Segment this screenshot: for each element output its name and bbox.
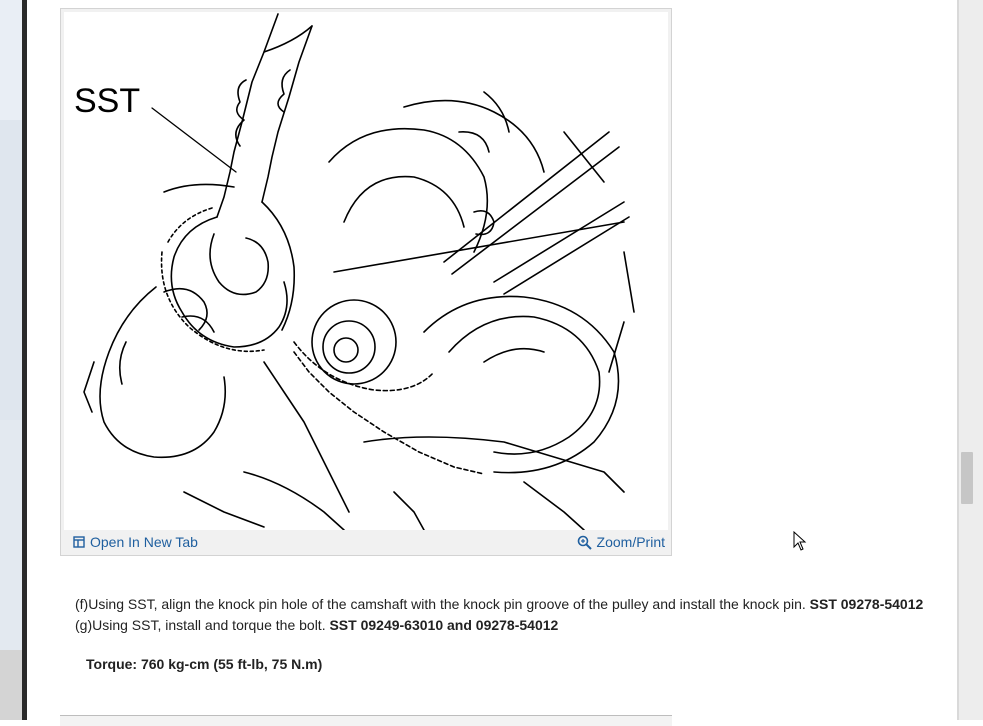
step-f-text: (f)Using SST, align the knock pin hole o… (75, 596, 810, 612)
magnifier-icon (577, 535, 592, 550)
scrollbar-thumb[interactable] (961, 452, 973, 504)
vertical-scrollbar[interactable] (957, 0, 983, 720)
zoom-print-link[interactable]: Zoom/Print (577, 534, 665, 550)
zoom-print-label: Zoom/Print (596, 534, 665, 550)
diagram-drawing: SST (74, 13, 635, 531)
step-g: (g)Using SST, install and torque the bol… (75, 615, 955, 636)
camshaft-pulley-diagram: SST (64, 12, 668, 531)
step-g-text: (g)Using SST, install and torque the bol… (75, 617, 330, 633)
open-in-new-tab-label: Open In New Tab (90, 534, 198, 550)
open-in-new-tab-icon (73, 536, 85, 548)
next-figure-panel (60, 715, 672, 726)
scrollbar-track (957, 0, 959, 720)
background-window (0, 0, 24, 720)
step-g-tool: SST 09249-63010 and 09278-54012 (329, 617, 559, 633)
figure-panel: SST Open In New Tab Zoom/Print (60, 8, 672, 556)
figure-toolbar: Open In New Tab Zoom/Print (61, 530, 671, 556)
sst-label: SST (74, 82, 140, 120)
step-f-tool: SST 09278-54012 (809, 596, 924, 612)
step-f: (f)Using SST, align the knock pin hole o… (75, 594, 955, 615)
torque-spec: Torque: 760 kg-cm (55 ft-lb, 75 N.m) (86, 656, 323, 672)
procedure-steps: (f)Using SST, align the knock pin hole o… (75, 594, 955, 636)
mouse-cursor-icon (793, 530, 807, 556)
open-in-new-tab-link[interactable]: Open In New Tab (73, 534, 198, 550)
